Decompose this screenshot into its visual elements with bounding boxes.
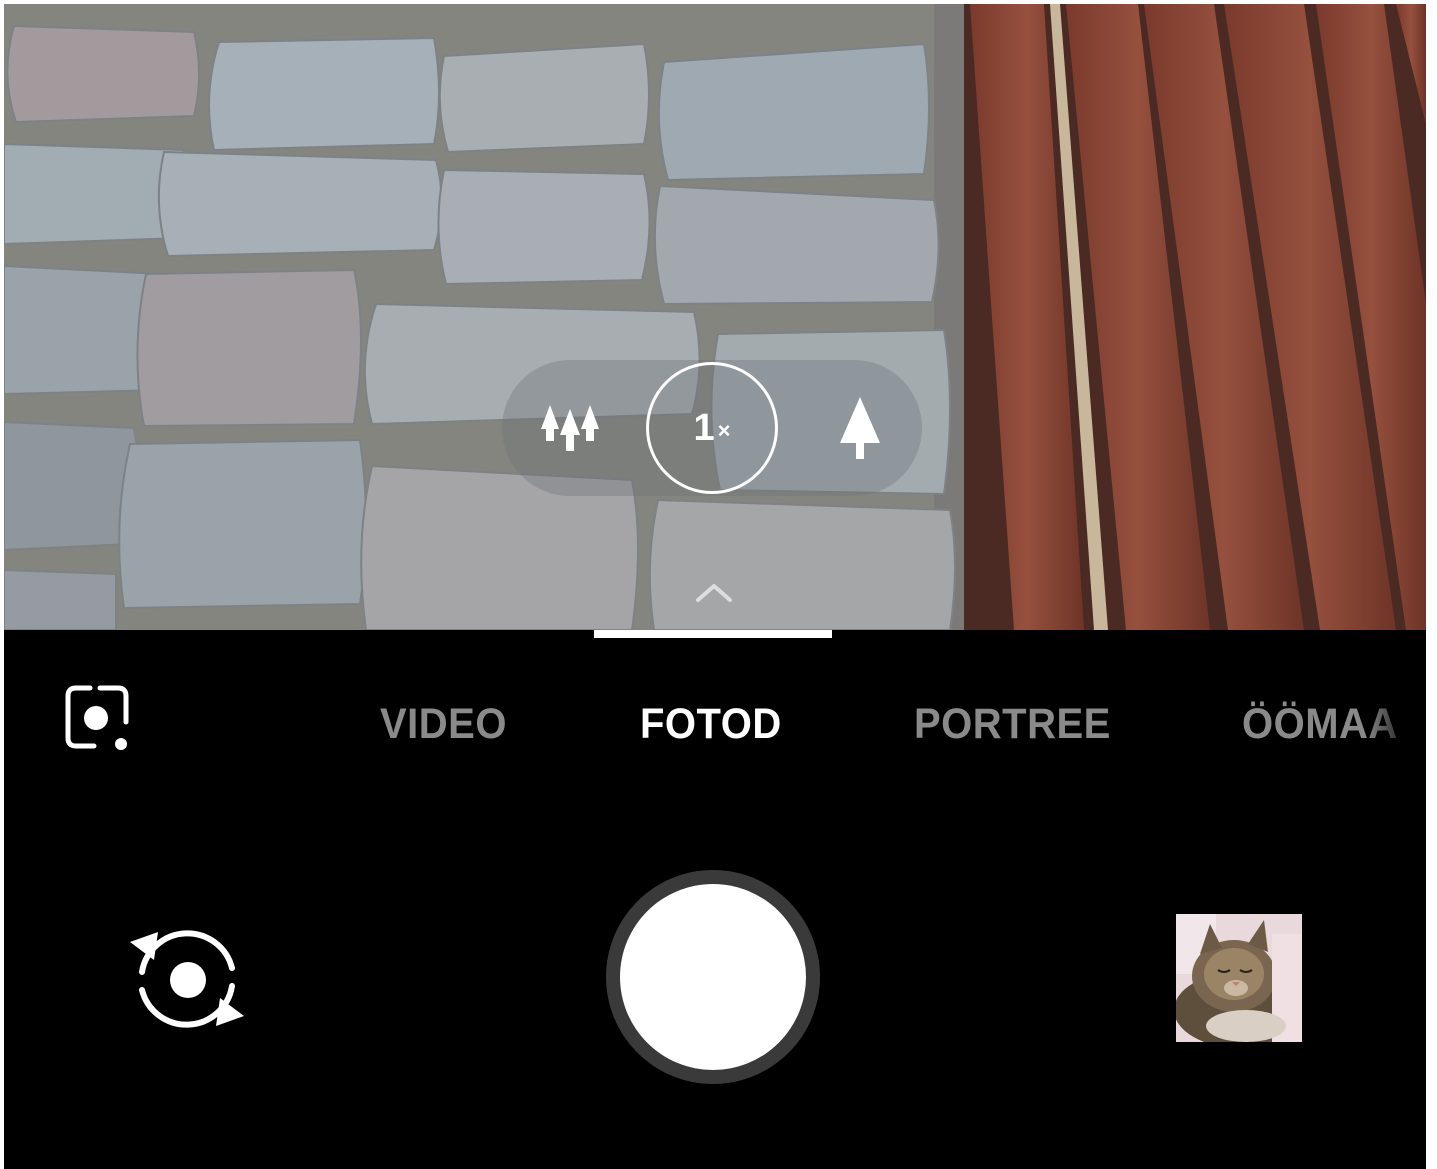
tab-night-sight[interactable]: ÖÖMAA bbox=[1242, 701, 1398, 749]
viewfinder[interactable]: 1 × bbox=[4, 4, 1426, 630]
zoom-1x-button[interactable]: 1 × bbox=[646, 362, 778, 494]
camera-screen: 1 × VIDEO FOTOD PORTREE ÖÖMAA bbox=[4, 4, 1426, 1169]
zoom-selector: 1 × bbox=[502, 360, 922, 496]
mode-tab-indicator bbox=[594, 630, 832, 638]
zoom-telephoto-button[interactable] bbox=[818, 386, 902, 470]
chevron-up-icon[interactable] bbox=[692, 578, 736, 608]
camera-preview-image bbox=[4, 4, 1426, 630]
shutter-button[interactable] bbox=[606, 870, 820, 1084]
tab-video[interactable]: VIDEO bbox=[380, 701, 507, 749]
trees-wide-angle-icon bbox=[541, 405, 599, 451]
zoom-wide-button[interactable] bbox=[532, 390, 608, 466]
mode-selector: VIDEO FOTOD PORTREE ÖÖMAA bbox=[4, 680, 1426, 770]
tab-photo[interactable]: FOTOD bbox=[640, 701, 782, 749]
last-photo-cat-image bbox=[1176, 914, 1302, 1042]
zoom-level-suffix: × bbox=[717, 418, 731, 443]
zoom-level-value: 1 bbox=[693, 406, 715, 449]
switch-camera-icon[interactable] bbox=[124, 916, 250, 1042]
tab-portrait[interactable]: PORTREE bbox=[914, 701, 1111, 749]
tree-telephoto-icon bbox=[840, 397, 880, 459]
gallery-thumbnail[interactable] bbox=[1176, 914, 1302, 1042]
shutter-button-inner bbox=[620, 884, 806, 1070]
